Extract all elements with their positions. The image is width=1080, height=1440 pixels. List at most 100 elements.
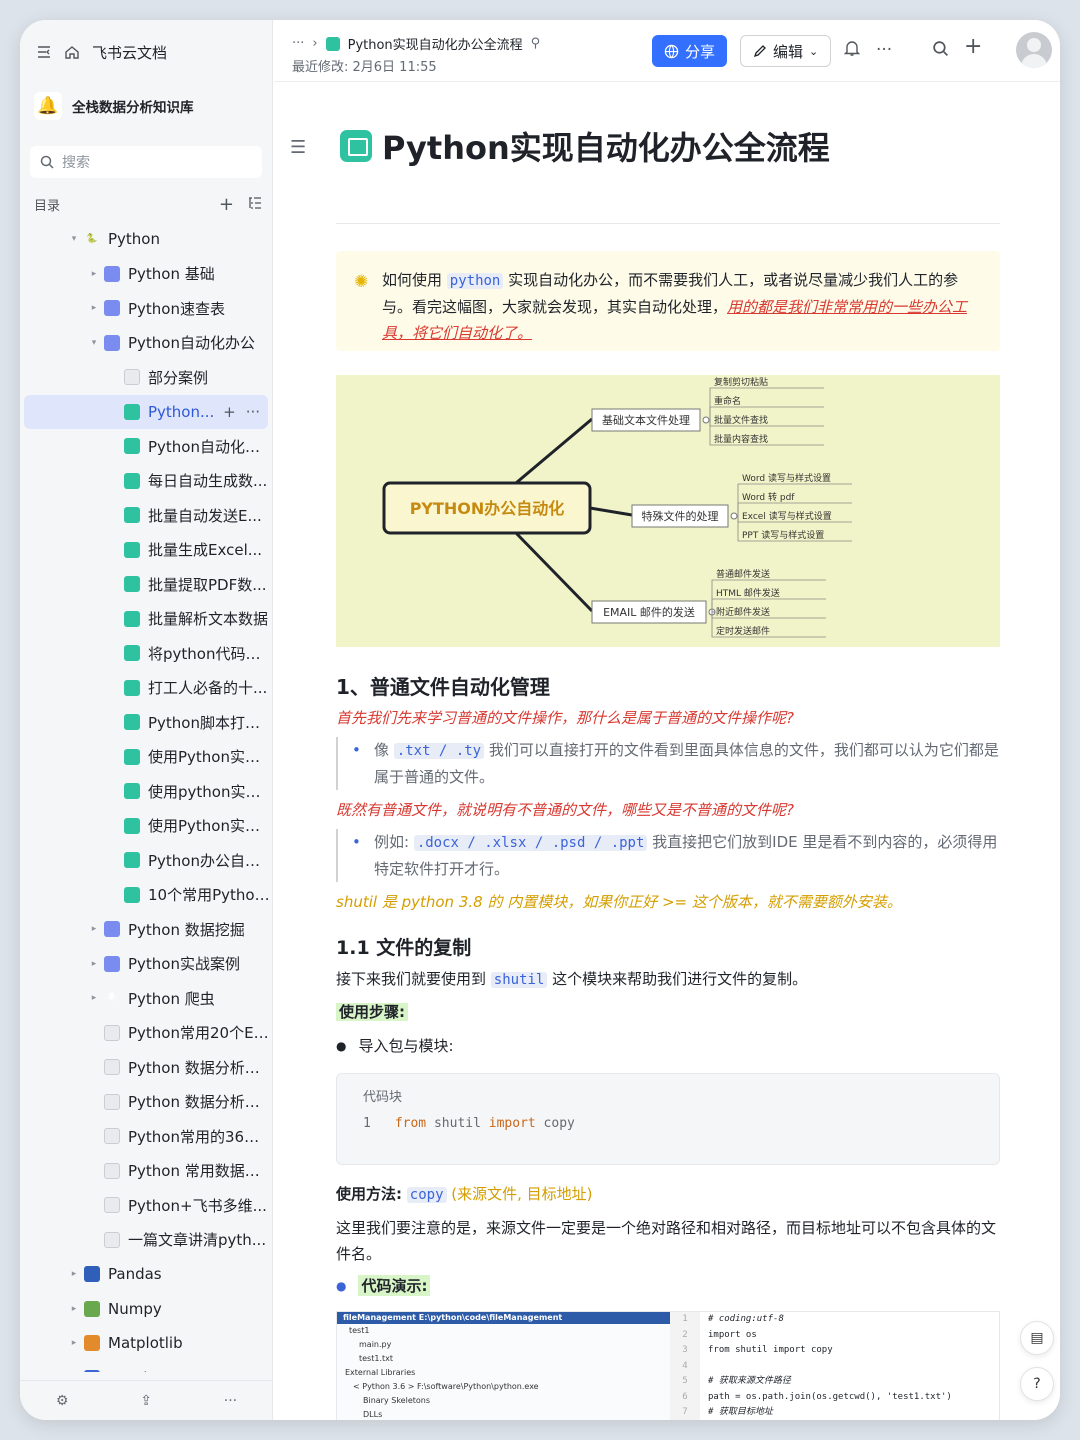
sidebar-item[interactable]: 将python代码打... <box>24 636 270 671</box>
expand-arrow-icon[interactable]: ▾ <box>68 234 80 244</box>
expand-arrow-icon[interactable]: ▾ <box>88 338 100 348</box>
doc-icon <box>124 610 140 627</box>
mindmap-leaf: Excel 读写与样式设置 <box>742 510 832 522</box>
page-title[interactable]: Python实现自动化办公全流程 <box>340 123 830 169</box>
knowledge-base[interactable]: 🔔 全栈数据分析知识库 <box>34 92 194 120</box>
sidebar-item[interactable]: Python常用20个Ex... <box>24 1016 270 1051</box>
notification-bell-icon[interactable] <box>843 40 861 62</box>
sidebar-item[interactable]: ▸ Pandas <box>24 1257 270 1292</box>
sidebar-item-label: 批量自动发送E... <box>148 506 262 525</box>
sidebar-item-label: Python 常用数据结... <box>128 1162 270 1181</box>
sidebar-item[interactable]: Python办公自动... <box>24 843 270 878</box>
breadcrumb: ··· › Python实现自动化办公全流程 ⚲ <box>292 34 540 53</box>
sidebar-item-label: Python常用的36种... <box>128 1127 270 1146</box>
sidebar-item[interactable]: ▾ 🐍 Python <box>24 222 270 257</box>
sidebar-item[interactable]: ▸ Python速查表 <box>24 291 270 326</box>
ide-tree-item: test1 <box>349 1326 370 1335</box>
shutil-note: shutil 是 python 3.8 的 内置模块，如果你正好 >= 这个版本… <box>336 893 902 911</box>
sidebar-item[interactable]: Python自动化办... <box>24 429 270 464</box>
sidebar-item[interactable]: Python常用的36种... <box>24 1119 270 1154</box>
expand-arrow-icon[interactable]: ▸ <box>68 1304 80 1314</box>
bell-emoji-icon: 🔔 <box>34 92 62 120</box>
sidebar-item[interactable]: ▸ Numpy <box>24 1292 270 1327</box>
section-heading-1-1[interactable]: 1.1 文件的复制 <box>336 933 471 960</box>
sidebar-item[interactable]: 批量自动发送E... <box>24 498 270 533</box>
search-input[interactable]: 搜索 <box>30 146 262 178</box>
sidebar-item[interactable]: ▸ Python 数据挖掘 <box>24 912 270 947</box>
doc-outline-fab-icon[interactable]: ▤ <box>1020 1321 1054 1355</box>
doc-icon <box>124 852 140 869</box>
doc-icon <box>124 886 140 903</box>
sidebar-item[interactable]: ▸ Matplotlib <box>24 1326 270 1361</box>
page-title-text: Python实现自动化办公全流程 <box>382 129 830 167</box>
create-new-icon[interactable]: + <box>964 34 982 59</box>
sidebar-item[interactable]: 10个常用Python... <box>24 878 270 913</box>
sidebar-item[interactable]: 批量解析文本数据 <box>24 602 270 637</box>
expand-arrow-icon[interactable]: ▸ <box>88 924 100 934</box>
sidebar-item[interactable]: ▸ Python实战案例 <box>24 947 270 982</box>
collapse-sidebar-icon[interactable] <box>36 44 52 60</box>
sidebar-item[interactable]: 批量生成Excel... <box>24 533 270 568</box>
sidebar-item[interactable]: 一篇文章讲清pyth... <box>24 1223 270 1258</box>
code-block[interactable]: 代码块 1 from shutil import copy <box>336 1073 1000 1165</box>
mindmap-leaf: 普通邮件发送 <box>716 568 770 580</box>
ide-line-number: 4 <box>670 1358 700 1374</box>
breadcrumb-title[interactable]: Python实现自动化办公全流程 <box>348 34 523 53</box>
breadcrumb-more[interactable]: ··· <box>292 36 304 51</box>
ide-project-tree: fileManagement E:\python\code\fileManage… <box>337 1312 670 1420</box>
sidebar-item[interactable]: ▸ Python 基础 <box>24 257 270 292</box>
help-icon[interactable]: ? <box>1020 1367 1054 1401</box>
ide-code-line: 3 from shutil import copy <box>670 1343 999 1359</box>
expand-arrow-icon[interactable]: ▸ <box>88 959 100 969</box>
sidebar-item[interactable]: 使用Python实现... <box>24 740 270 775</box>
more-icon[interactable]: ··· <box>224 1393 237 1409</box>
item-more-icon[interactable]: ··· <box>246 403 260 421</box>
expand-arrow-icon[interactable]: ▸ <box>88 269 100 279</box>
app-name[interactable]: 飞书云文档 <box>92 42 167 63</box>
tree-view-icon[interactable] <box>248 196 262 214</box>
sidebar-item[interactable]: ▸Pyecharts <box>24 1361 270 1372</box>
share-button[interactable]: 分享 <box>652 35 728 67</box>
sidebar-item[interactable]: 批量提取PDF数... <box>24 567 270 602</box>
code-from: from <box>394 1116 427 1131</box>
expand-arrow-icon[interactable]: ▸ <box>68 1269 80 1279</box>
user-avatar[interactable] <box>1016 32 1052 68</box>
expand-arrow-icon[interactable]: ▸ <box>68 1338 80 1348</box>
sidebar-item[interactable]: 使用Python实现... <box>24 809 270 844</box>
expand-arrow-icon[interactable]: ▸ <box>88 993 100 1003</box>
sidebar-item[interactable]: ▸ 🕷 Python 爬虫 <box>24 981 270 1016</box>
section-heading-1[interactable]: 1、普通文件自动化管理 <box>336 671 550 700</box>
mindmap-branch-label: 基础文本文件处理 <box>602 413 690 427</box>
mindmap-image[interactable]: PYTHON办公自动化 基础文本文件处理 复制剪切粘贴 重命名 批量文件查找 批量内容查… <box>336 375 1000 647</box>
add-page-icon[interactable]: + <box>219 194 234 215</box>
sidebar-item-label: Python... <box>148 402 215 421</box>
sidebar-item[interactable]: Python脚本打包... <box>24 705 270 740</box>
sidebar-item[interactable]: Python 数据分析与... <box>24 1050 270 1085</box>
mindmap-center-label: PYTHON办公自动化 <box>410 499 565 518</box>
doc-icon <box>124 783 140 800</box>
ide-code-line: 5 # 获取来源文件路径 <box>670 1374 999 1390</box>
callout-block[interactable]: ✺ 如何使用 python 实现自动化办公，而不需要我们人工，或者说尽量减少我们… <box>336 251 1000 351</box>
sidebar-item[interactable]: Python 常用数据结... <box>24 1154 270 1189</box>
share-link-icon[interactable]: ⇪ <box>140 1393 152 1409</box>
sidebar-item[interactable]: ▾ Python自动化办公 <box>24 326 270 361</box>
sidebar-item[interactable]: 部分案例 <box>24 360 270 395</box>
sidebar-item[interactable]: 打工人必备的十... <box>24 671 270 706</box>
home-icon[interactable] <box>64 44 80 60</box>
edit-button[interactable]: 编辑 ⌄ <box>740 35 832 67</box>
outline-icon[interactable]: ☰ <box>290 137 306 158</box>
add-child-icon[interactable]: + <box>223 403 236 421</box>
sidebar-item[interactable]: Python 数据分析与... <box>24 1085 270 1120</box>
ide-line-text <box>700 1359 708 1375</box>
pin-icon[interactable]: ⚲ <box>531 36 541 51</box>
expand-arrow-icon[interactable]: ▸ <box>88 303 100 313</box>
sidebar-item[interactable]: Python+飞书多维... <box>24 1188 270 1223</box>
sidebar-item[interactable]: Python... + ··· <box>24 394 268 429</box>
sidebar-item[interactable]: 使用python实现... <box>24 774 270 809</box>
settings-icon[interactable]: ⚙ <box>56 1393 69 1409</box>
lightbulb-icon: ✺ <box>354 272 369 292</box>
search-doc-icon[interactable] <box>932 40 949 62</box>
ide-screenshot[interactable]: fileManagement E:\python\code\fileManage… <box>336 1311 1000 1420</box>
more-options-icon[interactable]: ··· <box>876 40 892 60</box>
sidebar-item[interactable]: 每日自动生成数... <box>24 464 270 499</box>
